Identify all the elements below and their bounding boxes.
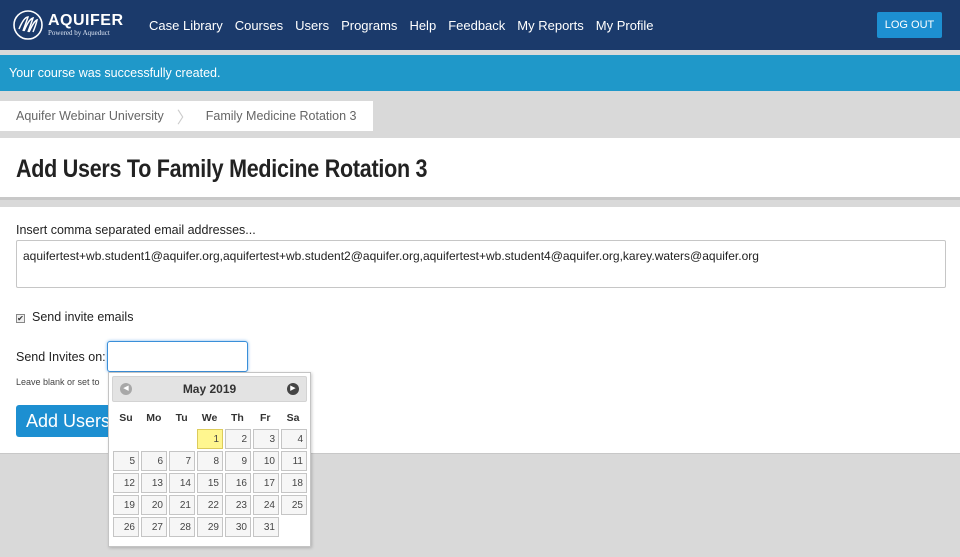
weekday-label: We <box>201 412 218 424</box>
calendar-day[interactable]: 21 <box>169 495 195 515</box>
calendar-day[interactable]: 2 <box>225 429 251 449</box>
weekday-label: Th <box>230 412 244 424</box>
calendar-day[interactable]: 20 <box>141 495 167 515</box>
nav-link-my-reports[interactable]: My Reports <box>517 18 583 33</box>
calendar-day[interactable]: 8 <box>197 451 223 471</box>
send-on-label: Send Invites on: <box>16 350 106 364</box>
calendar-day[interactable]: 29 <box>197 517 223 537</box>
calendar-day[interactable]: 22 <box>197 495 223 515</box>
nav-link-feedback[interactable]: Feedback <box>448 18 505 33</box>
calendar-day[interactable]: 14 <box>169 473 195 493</box>
calendar-day[interactable]: 7 <box>169 451 195 471</box>
top-navbar: AQUIFER Powered by Aqueduct Case Library… <box>0 0 960 50</box>
calendar-day[interactable]: 16 <box>225 473 251 493</box>
datepicker-header: ◀ May 2019 ▶ <box>112 376 307 402</box>
nav-link-help[interactable]: Help <box>409 18 436 33</box>
title-panel: Add Users To Family Medicine Rotation 3 <box>0 138 960 200</box>
nav-link-programs[interactable]: Programs <box>341 18 397 33</box>
nav-link-courses[interactable]: Courses <box>235 18 283 33</box>
breadcrumb-item-university[interactable]: Aquifer Webinar University <box>0 101 180 131</box>
weekday-row: Su Mo Tu We Th Fr Sa <box>112 408 307 428</box>
calendar-day[interactable]: 12 <box>113 473 139 493</box>
calendar-day[interactable]: 5 <box>113 451 139 471</box>
calendar-day[interactable]: 13 <box>141 473 167 493</box>
logo-name: AQUIFER <box>48 11 124 29</box>
nav-link-case-library[interactable]: Case Library <box>149 18 223 33</box>
calendar-day[interactable]: 15 <box>197 473 223 493</box>
weekday-label: Mo <box>146 412 162 424</box>
aquifer-logo[interactable]: AQUIFER Powered by Aqueduct <box>12 8 124 42</box>
alert-message: Your course was successfully created. <box>9 66 221 80</box>
calendar-day[interactable]: 10 <box>253 451 279 471</box>
calendar-day[interactable]: 31 <box>253 517 279 537</box>
success-alert: Your course was successfully created. <box>0 55 960 91</box>
calendar-day[interactable]: 11 <box>281 451 307 471</box>
calendar-day[interactable]: 27 <box>141 517 167 537</box>
calendar-day[interactable]: 30 <box>225 517 251 537</box>
calendar-day[interactable]: 9 <box>225 451 251 471</box>
calendar-day[interactable]: 4 <box>281 429 307 449</box>
calendar-day-today[interactable]: 1 <box>197 429 223 449</box>
breadcrumb-chevron-icon: 〉 <box>176 110 193 127</box>
nav-link-my-profile[interactable]: My Profile <box>596 18 654 33</box>
calendar-day[interactable]: 18 <box>281 473 307 493</box>
send-invites-label: Send invite emails <box>32 310 134 324</box>
breadcrumb-item-course[interactable]: Family Medicine Rotation 3 <box>190 101 373 131</box>
prev-month-icon[interactable]: ◀ <box>120 383 132 395</box>
page-title: Add Users To Family Medicine Rotation 3 <box>16 155 428 183</box>
calendar-day[interactable]: 28 <box>169 517 195 537</box>
send-on-hint: Leave blank or set to <box>16 377 100 387</box>
calendar-day[interactable]: 3 <box>253 429 279 449</box>
empty-day-cell <box>113 429 139 449</box>
logo-tagline: Powered by Aqueduct <box>48 28 110 37</box>
emails-textarea[interactable] <box>16 240 946 288</box>
send-invites-checkbox[interactable]: ✔ <box>16 314 25 323</box>
weekday-label: Tu <box>175 412 188 424</box>
datepicker-days-grid: 1 2 3 4 5 6 7 8 9 10 11 12 13 14 15 16 17 18 19 20 21 22 23 24 2… <box>112 428 307 538</box>
send-on-date-input[interactable] <box>107 341 248 372</box>
breadcrumb: Aquifer Webinar University 〉 Family Medi… <box>0 101 373 131</box>
nav-links: Case Library Courses Users Programs Help… <box>149 0 666 50</box>
weekday-label: Su <box>119 412 133 424</box>
nav-link-users[interactable]: Users <box>295 18 329 33</box>
calendar-day[interactable]: 17 <box>253 473 279 493</box>
weekday-label: Fr <box>259 412 271 424</box>
calendar-day[interactable]: 24 <box>253 495 279 515</box>
calendar-day[interactable]: 23 <box>225 495 251 515</box>
weekday-label: Sa <box>286 412 300 424</box>
next-month-icon[interactable]: ▶ <box>287 383 299 395</box>
calendar-day[interactable]: 6 <box>141 451 167 471</box>
datepicker: ◀ May 2019 ▶ Su Mo Tu We Th Fr Sa 123456… <box>108 372 311 547</box>
calendar-day[interactable]: 19 <box>113 495 139 515</box>
emails-label: Insert comma separated email addresses..… <box>16 223 256 237</box>
empty-day-cell <box>169 429 195 449</box>
datepicker-month-label: May 2019 <box>182 382 237 396</box>
empty-day-cell <box>141 429 167 449</box>
aquifer-logo-icon <box>13 10 43 40</box>
calendar-day[interactable]: 26 <box>113 517 139 537</box>
logout-button[interactable]: LOG OUT <box>877 12 942 38</box>
calendar-day[interactable]: 25 <box>281 495 307 515</box>
